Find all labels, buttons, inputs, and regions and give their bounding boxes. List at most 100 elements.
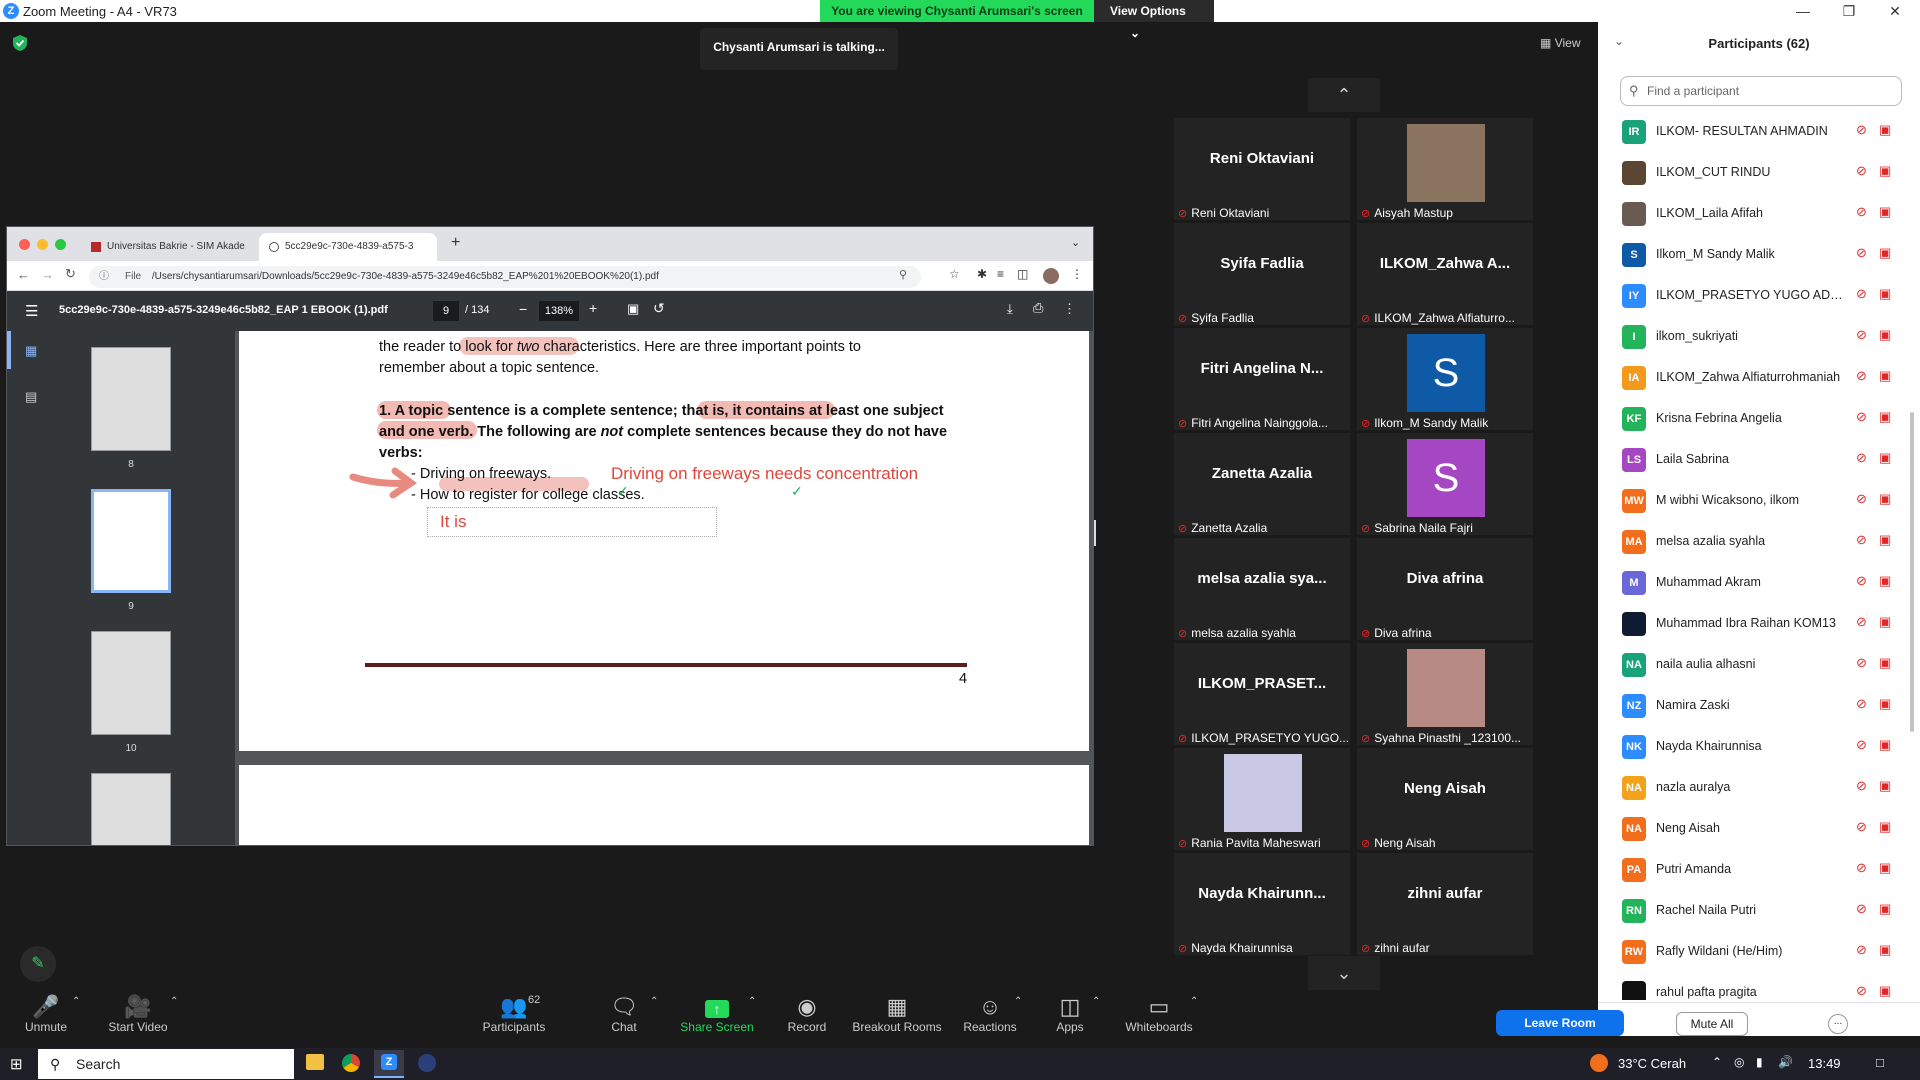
zoom-lens-icon[interactable]: ⚲ (899, 268, 907, 281)
video-off-icon[interactable]: ▣ (1879, 614, 1891, 630)
pencil-icon[interactable]: ✎ (20, 946, 56, 982)
participant-row[interactable]: Iilkom_sukriyati ⊘ ▣ (1598, 317, 1920, 358)
video-off-icon[interactable]: ▣ (1879, 327, 1891, 343)
tab-list-chevron-icon[interactable]: ⌄ (1071, 236, 1080, 249)
video-tile[interactable]: ⊘ Syahna Pinasthi _123100... (1357, 643, 1533, 745)
whiteboards-button[interactable]: ▭ Whiteboards (1122, 990, 1196, 1046)
video-tile[interactable]: melsa azalia sya... ⊘ melsa azalia syahla (1174, 538, 1350, 640)
browser-tab[interactable]: Universitas Bakrie - SIM Akade (81, 233, 253, 261)
more-options-icon[interactable]: ... (1828, 1014, 1848, 1034)
apps-button[interactable]: ◫ Apps (1050, 990, 1090, 1046)
muted-mic-icon[interactable]: ⊘ (1856, 122, 1867, 138)
participant-row[interactable]: ILKOM_Laila Afifah ⊘ ▣ (1598, 194, 1920, 235)
shield-icon[interactable] (12, 34, 28, 52)
video-off-icon[interactable]: ▣ (1879, 860, 1891, 876)
gallery-up-icon[interactable]: ⌃ (1308, 78, 1380, 112)
record-button[interactable]: ◉ Record (782, 990, 832, 1046)
video-off-icon[interactable]: ▣ (1879, 901, 1891, 917)
participant-row[interactable]: MA melsa azalia syahla ⊘ ▣ (1598, 522, 1920, 563)
participant-row[interactable]: rahul pafta pragita ⊘ ▣ (1598, 973, 1920, 1000)
view-button[interactable]: ▦ View (1540, 36, 1580, 50)
participant-row[interactable]: LS Laila Sabrina ⊘ ▣ (1598, 440, 1920, 481)
muted-mic-icon[interactable]: ⊘ (1856, 819, 1867, 835)
video-off-icon[interactable]: ▣ (1879, 245, 1891, 261)
back-arrow-icon[interactable]: ← (17, 267, 30, 282)
shared-screen[interactable]: Universitas Bakrie - SIM Akade 5cc29e9c-… (6, 226, 1094, 846)
mute-all-button[interactable]: Mute All (1676, 1012, 1748, 1036)
network-icon[interactable]: ◎ (1734, 1055, 1744, 1069)
participant-row[interactable]: KF Krisna Febrina Angelia ⊘ ▣ (1598, 399, 1920, 440)
notification-icon[interactable]: □ (1876, 1055, 1884, 1070)
page-thumbnail[interactable] (91, 347, 171, 451)
zoom-dot-icon[interactable] (55, 239, 66, 250)
battery-icon[interactable]: ▮ (1756, 1055, 1763, 1069)
participant-row[interactable]: NK Nayda Khairunnisa ⊘ ▣ (1598, 727, 1920, 768)
video-off-icon[interactable]: ▣ (1879, 696, 1891, 712)
video-tile[interactable]: S ⊘ Ilkom_M Sandy Malik (1357, 328, 1533, 430)
participant-row[interactable]: RN Rachel Naila Putri ⊘ ▣ (1598, 891, 1920, 932)
reload-icon[interactable]: ↻ (65, 266, 76, 282)
video-off-icon[interactable]: ▣ (1879, 450, 1891, 466)
video-off-icon[interactable]: ▣ (1879, 163, 1891, 179)
breakout-rooms-button[interactable]: ▦ Breakout Rooms (852, 990, 942, 1046)
zoom-level-input[interactable]: 138% (539, 301, 579, 321)
video-off-icon[interactable]: ▣ (1879, 122, 1891, 138)
participant-row[interactable]: NZ Namira Zaski ⊘ ▣ (1598, 686, 1920, 727)
muted-mic-icon[interactable]: ⊘ (1856, 245, 1867, 261)
minimize-button[interactable]: — (1780, 0, 1826, 22)
muted-mic-icon[interactable]: ⊘ (1856, 655, 1867, 671)
video-off-icon[interactable]: ▣ (1879, 286, 1891, 302)
video-tile[interactable]: ILKOM_PRASET... ⊘ ILKOM_PRASETYO YUGO... (1174, 643, 1350, 745)
participant-row[interactable]: NA nazla auralya ⊘ ▣ (1598, 768, 1920, 809)
close-dot-icon[interactable] (19, 239, 30, 250)
participant-row[interactable]: NA Neng Aisah ⊘ ▣ (1598, 809, 1920, 850)
page-thumbnail-active[interactable] (91, 489, 171, 593)
hamburger-menu-icon[interactable]: ☰ (25, 302, 38, 320)
gallery-down-icon[interactable]: ⌄ (1308, 956, 1380, 990)
fit-page-icon[interactable]: ▣ (627, 301, 639, 317)
page-thumbnail[interactable] (91, 773, 171, 845)
split-handle[interactable] (1094, 520, 1096, 546)
video-off-icon[interactable]: ▣ (1879, 983, 1891, 999)
video-off-icon[interactable]: ▣ (1879, 368, 1891, 384)
share-chevron-icon[interactable]: ⌃ (748, 996, 756, 1007)
participant-search-input[interactable]: ⚲ Find a participant (1620, 76, 1902, 106)
rotate-icon[interactable]: ↺ (653, 300, 665, 317)
video-off-icon[interactable]: ▣ (1879, 573, 1891, 589)
zoom-out-icon[interactable]: − (519, 301, 527, 317)
minimize-dot-icon[interactable] (37, 239, 48, 250)
sidepanel-icon[interactable]: ◫ (1017, 267, 1028, 281)
muted-mic-icon[interactable]: ⊘ (1856, 573, 1867, 589)
browser-menu-icon[interactable]: ⋮ (1071, 267, 1083, 281)
reactions-chevron-icon[interactable]: ⌃ (1014, 996, 1022, 1007)
muted-mic-icon[interactable]: ⊘ (1856, 491, 1867, 507)
video-off-icon[interactable]: ▣ (1879, 532, 1891, 548)
reactions-button[interactable]: ☺ Reactions (962, 990, 1018, 1046)
participant-row[interactable]: PA Putri Amanda ⊘ ▣ (1598, 850, 1920, 891)
participant-row[interactable]: Muhammad Ibra Raihan KOM13 ⊘ ▣ (1598, 604, 1920, 645)
video-off-icon[interactable]: ▣ (1879, 655, 1891, 671)
new-tab-icon[interactable]: + (451, 234, 460, 252)
zoom-taskbar-button[interactable]: Z (374, 1050, 404, 1078)
unmute-button[interactable]: 🎤 Unmute (20, 990, 72, 1046)
muted-mic-icon[interactable]: ⊘ (1856, 696, 1867, 712)
video-tile[interactable]: Zanetta Azalia ⊘ Zanetta Azalia (1174, 433, 1350, 535)
apps-chevron-icon[interactable]: ⌃ (1092, 996, 1100, 1007)
page-number-input[interactable]: 9 (433, 301, 459, 321)
close-window-button[interactable]: ✕ (1872, 0, 1918, 22)
video-tile[interactable]: Syifa Fadlia ⊘ Syifa Fadlia (1174, 223, 1350, 325)
start-video-button[interactable]: 🎥 Start Video (106, 990, 170, 1046)
pdf-viewer[interactable]: ▦ ▤ 8 9 10 the reader to look for two ch… (7, 331, 1093, 845)
participant-scrollbar[interactable] (1910, 412, 1914, 732)
muted-mic-icon[interactable]: ⊘ (1856, 286, 1867, 302)
participant-row[interactable]: IA ILKOM_Zahwa Alfiaturrohmaniah ⊘ ▣ (1598, 358, 1920, 399)
chat-button[interactable]: 🗨 Chat (604, 990, 644, 1046)
video-off-icon[interactable]: ▣ (1879, 942, 1891, 958)
muted-mic-icon[interactable]: ⊘ (1856, 737, 1867, 753)
print-icon[interactable]: ⎙ (1033, 300, 1043, 316)
share-screen-button[interactable]: ↑ Share Screen (680, 990, 754, 1046)
muted-mic-icon[interactable]: ⊘ (1856, 901, 1867, 917)
participant-row[interactable]: NA naila aulia alhasni ⊘ ▣ (1598, 645, 1920, 686)
tray-chevron-icon[interactable]: ⌃ (1712, 1055, 1722, 1069)
participant-row[interactable]: MW M wibhi Wicaksono, ilkom ⊘ ▣ (1598, 481, 1920, 522)
